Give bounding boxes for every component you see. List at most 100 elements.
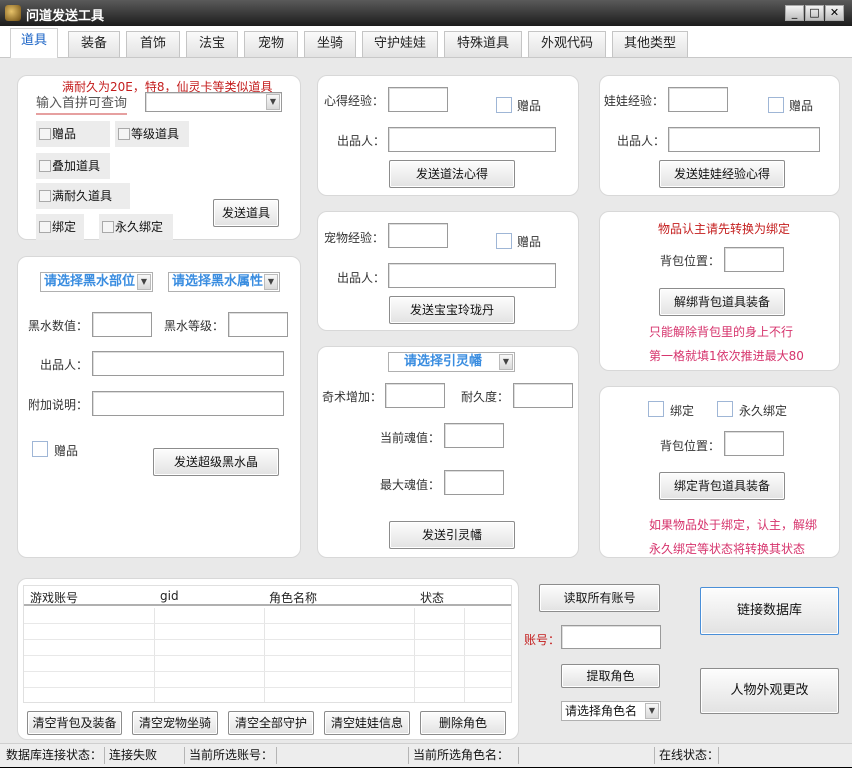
change-look-button[interactable]: 人物外观更改 [700,668,839,714]
permanent-bind-checkbox[interactable]: 永久绑定 [99,214,173,240]
item-panel: 满耐久为20E，特8，仙灵卡等类似道具 输入首拼可查询 ▼ 赠品 等级道具 叠加… [17,75,301,240]
unbind-bag-label: 背包位置： [660,254,721,268]
tab-item[interactable]: 道具 [10,28,58,58]
black-value-input[interactable] [92,312,152,337]
unbind-note: 物品认主请先转换为绑定 [658,222,791,236]
bind-label: 绑定 [670,404,695,418]
bind-checkbox[interactable]: 绑定 [36,214,84,240]
item-search-combo[interactable]: ▼ [145,92,282,112]
heart-exp-input[interactable] [388,87,448,112]
black-value-label: 黑水数值： [28,319,89,333]
black-note-input[interactable] [92,391,284,416]
black-gift-checkbox[interactable] [32,441,48,457]
maximize-button[interactable]: □ [805,5,824,21]
send-banner-button[interactable]: 发送引灵幡 [389,521,515,549]
tab-special-item[interactable]: 特殊道具 [444,31,522,57]
col-game-account[interactable]: 游戏账号 [30,589,78,606]
doll-gift-checkbox[interactable] [768,97,784,113]
unbind-bag-input[interactable] [724,247,784,272]
fetch-role-button[interactable]: 提取角色 [561,664,660,688]
send-heart-button[interactable]: 发送道法心得 [389,160,515,188]
tab-mount[interactable]: 坐骑 [304,31,356,57]
black-part-select[interactable]: 请选择黑水部位 ▼ [40,272,153,292]
col-status[interactable]: 状态 [420,589,444,606]
black-producer-input[interactable] [92,351,284,376]
black-note-label: 附加说明： [28,398,89,412]
read-all-accounts-button[interactable]: 读取所有账号 [539,584,660,612]
unbind-button[interactable]: 解绑背包道具装备 [659,288,785,316]
tab-jewelry[interactable]: 首饰 [126,31,180,57]
level-item-checkbox[interactable]: 等级道具 [115,121,189,147]
tab-appearance-code[interactable]: 外观代码 [528,31,606,57]
full-durability-checkbox[interactable]: 满耐久道具 [36,183,130,209]
pet-gift-checkbox[interactable] [496,233,512,249]
clear-doll-button[interactable]: 清空娃娃信息 [324,711,410,735]
cur-soul-input[interactable] [444,423,504,448]
pet-exp-input[interactable] [388,223,448,248]
send-black-crystal-button[interactable]: 发送超级黑水晶 [153,448,279,476]
table-grid-lines [24,608,511,702]
col-gid[interactable]: gid [160,589,179,603]
durability-input[interactable] [513,383,573,408]
minimize-button[interactable]: _ [785,5,804,21]
chevron-down-icon: ▼ [137,274,151,290]
heart-gift-label: 赠品 [517,99,542,113]
banner-select[interactable]: 请选择引灵幡 ▼ [388,352,515,372]
bind-button[interactable]: 绑定背包道具装备 [659,472,785,500]
chevron-down-icon: ▼ [645,703,659,719]
qishu-label: 奇术增加： [322,390,383,404]
perm-bind-checkbox[interactable] [717,401,733,417]
unbind-hint-1: 只能解除背包里的身上不行 [649,325,794,339]
tab-guardian-doll[interactable]: 守护娃娃 [362,31,438,57]
pet-gift-label: 赠品 [517,235,542,249]
online-status-label: 在线状态： [659,748,720,762]
clear-guardian-button[interactable]: 清空全部守护 [228,711,314,735]
black-level-input[interactable] [228,312,288,337]
bind-bag-input[interactable] [724,431,784,456]
role-select[interactable]: 请选择角色名 ▼ [561,701,661,721]
max-soul-label: 最大魂值： [380,478,441,492]
heart-producer-input[interactable] [388,127,556,152]
account-input[interactable] [561,625,661,649]
delete-role-button[interactable]: 删除角色 [420,711,506,735]
black-level-label: 黑水等级： [164,319,225,333]
tab-pet[interactable]: 宠物 [244,31,298,57]
max-soul-input[interactable] [444,470,504,495]
bind-panel: 绑定 永久绑定 背包位置： 绑定背包道具装备 如果物品处于绑定，认主，解绑 永久… [599,386,840,558]
current-account-label: 当前所选账号： [189,748,274,762]
black-producer-label: 出品人： [40,358,89,372]
perm-bind-label: 永久绑定 [739,404,788,418]
doll-producer-label: 出品人： [617,134,666,148]
gift-checkbox[interactable]: 赠品 [36,121,110,147]
doll-producer-input[interactable] [668,127,820,152]
account-panel: 游戏账号 gid 角色名称 状态 清空背包及装备 清空宠物坐骑 清空全部守护 清… [17,578,519,740]
tab-magic[interactable]: 法宝 [186,31,238,57]
bind-bag-label: 背包位置： [660,439,721,453]
stack-item-checkbox[interactable]: 叠加道具 [36,153,110,179]
qishu-input[interactable] [385,383,445,408]
tab-equipment[interactable]: 装备 [68,31,120,57]
pet-producer-input[interactable] [388,263,556,288]
chevron-down-icon: ▼ [499,354,513,370]
search-label: 输入首拼可查询 [36,92,128,115]
db-status-label: 数据库连接状态： [6,748,103,762]
account-label: 账号： [524,633,561,647]
current-role-label: 当前所选角色名： [413,748,510,762]
black-attr-select[interactable]: 请选择黑水属性 ▼ [168,272,280,292]
account-table[interactable]: 游戏账号 gid 角色名称 状态 [23,585,512,703]
bind-checkbox-2[interactable] [648,401,664,417]
send-doll-button[interactable]: 发送娃娃经验心得 [659,160,785,188]
clear-pet-mount-button[interactable]: 清空宠物坐骑 [132,711,218,735]
tab-other-types[interactable]: 其他类型 [612,31,688,57]
doll-exp-input[interactable] [668,87,728,112]
col-role-name[interactable]: 角色名称 [269,589,317,606]
send-item-button[interactable]: 发送道具 [213,199,279,227]
connect-db-button[interactable]: 链接数据库 [700,587,839,635]
black-gift-label: 赠品 [54,444,79,458]
clear-bag-button[interactable]: 清空背包及装备 [27,711,122,735]
close-button[interactable]: ✕ [825,5,844,21]
send-pet-button[interactable]: 发送宝宝玲珑丹 [389,296,515,324]
heart-exp-panel: 心得经验： 赠品 出品人： 发送道法心得 [317,75,579,196]
heart-gift-checkbox[interactable] [496,97,512,113]
heart-producer-label: 出品人： [337,134,386,148]
